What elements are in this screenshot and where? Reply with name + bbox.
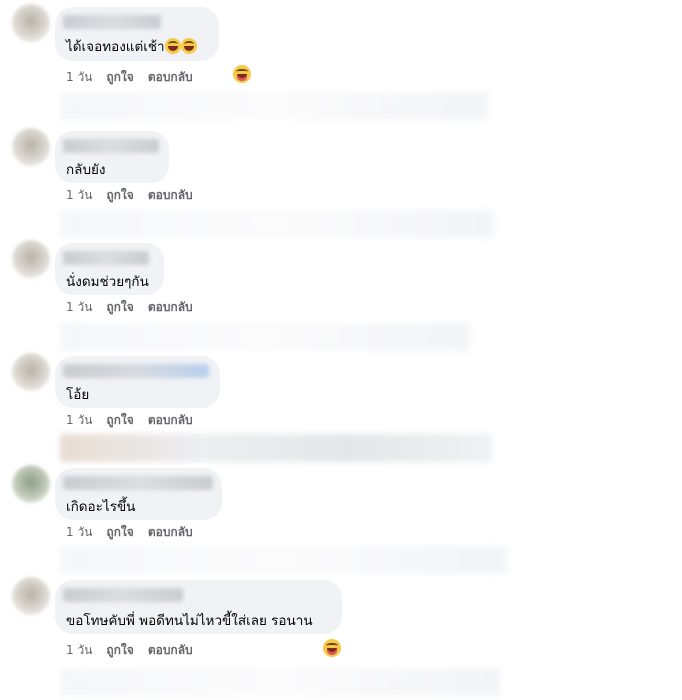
avatar[interactable] (12, 465, 50, 503)
reply-button[interactable]: ตอบกลับ (148, 411, 193, 430)
comment-body: ได้เจอทองแต่เช้า (66, 39, 165, 55)
comment-bubble: โอ้ย (55, 356, 220, 408)
face-with-tongue-icon (323, 639, 341, 657)
blurred-region (60, 210, 494, 238)
reply-button[interactable]: ตอบกลับ (148, 186, 193, 205)
comment-text: ได้เจอทองแต่เช้า (66, 35, 197, 57)
like-button[interactable]: ถูกใจ (106, 523, 133, 542)
reply-button[interactable]: ตอบกลับ (148, 68, 193, 87)
comment-actions: 1 วัน ถูกใจ ตอบกลับ (66, 68, 207, 87)
grinning-face-icon (180, 38, 197, 54)
comment-time[interactable]: 1 วัน (66, 298, 92, 317)
comment-text: ขอโทษคับพี่ พอดีทนไม่ไหวขี้ใส่เลย รอนาน (66, 613, 313, 629)
comment-actions: 1 วัน ถูกใจ ตอบกลับ (66, 411, 207, 430)
comment-time[interactable]: 1 วัน (66, 186, 92, 205)
blurred-region (60, 434, 492, 462)
comment-time[interactable]: 1 วัน (66, 523, 92, 542)
blurred-region (60, 668, 500, 696)
commenter-name-blurred[interactable] (63, 364, 209, 378)
face-with-tongue-icon (233, 65, 251, 83)
blurred-region (60, 323, 470, 351)
comment-text: กลับยัง (66, 162, 106, 178)
reply-button[interactable]: ตอบกลับ (148, 641, 193, 660)
like-button[interactable]: ถูกใจ (106, 186, 133, 205)
commenter-name-blurred[interactable] (63, 476, 213, 490)
comment-actions: 1 วัน ถูกใจ ตอบกลับ (66, 523, 207, 542)
comment-bubble: นั่งดมช่วยๆกัน (55, 243, 164, 295)
comment-time[interactable]: 1 วัน (66, 68, 92, 87)
like-button[interactable]: ถูกใจ (106, 298, 133, 317)
comment-time[interactable]: 1 วัน (66, 411, 92, 430)
avatar[interactable] (12, 353, 50, 391)
comment-bubble: กลับยัง (55, 131, 169, 183)
grinning-face-icon (164, 38, 181, 54)
like-button[interactable]: ถูกใจ (106, 411, 133, 430)
avatar[interactable] (12, 240, 50, 278)
comment-bubble: ขอโทษคับพี่ พอดีทนไม่ไหวขี้ใส่เลย รอนาน (55, 580, 342, 634)
comment-actions: 1 วัน ถูกใจ ตอบกลับ (66, 186, 207, 205)
avatar[interactable] (12, 4, 50, 42)
commenter-name-blurred[interactable] (63, 588, 183, 602)
comment-time[interactable]: 1 วัน (66, 641, 92, 660)
comment-text: เกิดอะไรขึ้น (66, 499, 136, 515)
comment-bubble: ได้เจอทองแต่เช้า (55, 7, 219, 61)
comment-text: นั่งดมช่วยๆกัน (66, 274, 149, 290)
avatar[interactable] (12, 577, 50, 615)
reply-button[interactable]: ตอบกลับ (148, 298, 193, 317)
comment-actions: 1 วัน ถูกใจ ตอบกลับ (66, 298, 207, 317)
comment-text: โอ้ย (66, 387, 90, 403)
like-button[interactable]: ถูกใจ (106, 68, 133, 87)
reply-button[interactable]: ตอบกลับ (148, 523, 193, 542)
blurred-region (60, 92, 488, 120)
comment-actions: 1 วัน ถูกใจ ตอบกลับ (66, 641, 207, 660)
comment-bubble: เกิดอะไรขึ้น (55, 468, 222, 520)
like-button[interactable]: ถูกใจ (106, 641, 133, 660)
commenter-name-blurred[interactable] (63, 139, 159, 153)
commenter-name-blurred[interactable] (63, 15, 161, 29)
blurred-region (60, 546, 506, 574)
commenter-name-blurred[interactable] (63, 251, 149, 265)
avatar[interactable] (12, 128, 50, 166)
